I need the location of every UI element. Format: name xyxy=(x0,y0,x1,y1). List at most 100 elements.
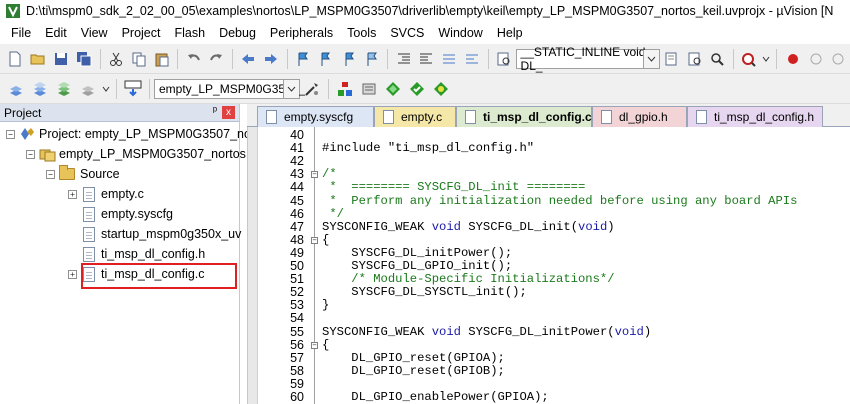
insert-breakpoint-icon[interactable] xyxy=(782,48,803,70)
tree-project-root[interactable]: − Project: empty_LP_MSPM0G3507_no xyxy=(6,124,251,144)
new-file-icon[interactable] xyxy=(5,48,26,70)
save-all-icon[interactable] xyxy=(74,48,95,70)
menu-edit[interactable]: Edit xyxy=(38,22,74,44)
build-icon[interactable] xyxy=(29,78,51,100)
next-bookmark-icon[interactable] xyxy=(338,48,359,70)
save-icon[interactable] xyxy=(51,48,72,70)
chevron-down-icon[interactable] xyxy=(101,78,111,100)
code-line[interactable]: { xyxy=(322,338,329,352)
comment-icon[interactable] xyxy=(439,48,460,70)
menu-project[interactable]: Project xyxy=(115,22,168,44)
breakpoint-margin[interactable] xyxy=(248,127,258,404)
code-line[interactable]: SYSCFG_DL_SYSCTL_init(); xyxy=(322,286,527,299)
redo-icon[interactable] xyxy=(206,48,227,70)
fold-toggle-icon[interactable]: − xyxy=(311,171,318,179)
code-line[interactable]: } xyxy=(322,299,329,312)
tab-dl-gpio-h[interactable]: dl_gpio.h xyxy=(592,106,687,127)
menu-debug[interactable]: Debug xyxy=(212,22,263,44)
target-select[interactable]: empty_LP_MSPM0G3507_ xyxy=(154,78,305,99)
paste-icon[interactable] xyxy=(151,48,172,70)
tab-empty-c[interactable]: empty.c xyxy=(374,106,456,127)
menu-flash[interactable]: Flash xyxy=(167,22,212,44)
code-line[interactable]: SYSCFG_DL_initPower(); xyxy=(322,246,512,260)
select-software-packs-icon[interactable] xyxy=(406,78,428,100)
tree-file-empty-syscfg[interactable]: empty.syscfg xyxy=(81,204,173,224)
code-text: DL_GPIO_enablePower(GPIOA); xyxy=(322,390,549,404)
code-line[interactable]: * Perform any initialization needed befo… xyxy=(322,194,797,208)
code-line[interactable]: { xyxy=(322,233,329,247)
code-line[interactable]: /* xyxy=(322,168,337,181)
tree-target[interactable]: − empty_LP_MSPM0G3507_nortos xyxy=(26,144,246,164)
code-line[interactable]: SYSCONFIG_WEAK void SYSCFG_DL_initPower(… xyxy=(322,325,651,339)
clear-bookmarks-icon[interactable] xyxy=(361,48,382,70)
pack-installer-icon[interactable] xyxy=(382,78,404,100)
debug-session-icon[interactable] xyxy=(739,48,760,70)
expand-icon[interactable]: + xyxy=(68,269,77,279)
navigate-forward-icon[interactable] xyxy=(261,48,282,70)
file-icon xyxy=(83,186,95,202)
code-line[interactable]: */ xyxy=(322,207,344,221)
unindent-icon[interactable] xyxy=(416,48,437,70)
uncomment-icon[interactable] xyxy=(462,48,483,70)
target-options-icon[interactable] xyxy=(301,78,323,100)
fold-toggle-icon[interactable]: − xyxy=(311,341,318,349)
tab-empty-syscfg[interactable]: empty.syscfg xyxy=(257,106,374,127)
find-icon[interactable] xyxy=(661,48,682,70)
menu-help[interactable]: Help xyxy=(490,22,530,44)
menu-window[interactable]: Window xyxy=(431,22,489,44)
bookmark-icon[interactable] xyxy=(293,48,314,70)
code-editor[interactable]: 40 41 #include "ti_msp_dl_config.h" 42 43−/*… xyxy=(247,127,850,404)
incremental-find-icon[interactable] xyxy=(684,48,705,70)
collapse-icon[interactable]: − xyxy=(46,169,55,179)
browse-icon[interactable] xyxy=(707,48,728,70)
batch-build-icon[interactable] xyxy=(77,78,99,100)
menu-svcs[interactable]: SVCS xyxy=(383,22,431,44)
code-line[interactable]: DL_GPIO_reset(GPIOA); xyxy=(322,351,505,365)
manage-run-time-environment-icon[interactable] xyxy=(430,78,452,100)
translate-icon[interactable] xyxy=(5,78,27,100)
menu-view[interactable]: View xyxy=(74,22,115,44)
undo-icon[interactable] xyxy=(183,48,204,70)
menu-file[interactable]: File xyxy=(4,22,38,44)
tree-file-empty-c[interactable]: + empty.c xyxy=(68,184,144,204)
disable-breakpoints-icon[interactable] xyxy=(828,48,849,70)
tree-source-group[interactable]: − Source xyxy=(46,164,120,184)
download-icon[interactable] xyxy=(122,78,144,100)
collapse-icon[interactable]: − xyxy=(6,129,15,139)
chevron-down-icon[interactable] xyxy=(643,49,660,68)
close-icon[interactable]: x xyxy=(222,106,235,119)
chevron-down-icon[interactable] xyxy=(283,79,299,98)
code-line[interactable]: DL_GPIO_reset(GPIOB); xyxy=(322,364,505,378)
fold-toggle-icon[interactable]: − xyxy=(311,236,318,244)
menu-tools[interactable]: Tools xyxy=(340,22,383,44)
expand-icon[interactable]: + xyxy=(68,189,77,199)
find-combo[interactable]: __STATIC_INLINE void DL_ xyxy=(515,45,661,73)
code-line[interactable]: * ======== SYSCFG_DL_init ======== xyxy=(322,181,585,194)
pin-icon[interactable]: ᵖ xyxy=(213,105,217,117)
open-file-icon[interactable] xyxy=(28,48,49,70)
tab-ti-msp-dl-config-c[interactable]: ti_msp_dl_config.c xyxy=(456,106,592,128)
navigate-back-icon[interactable] xyxy=(238,48,259,70)
prev-bookmark-icon[interactable] xyxy=(316,48,337,70)
tab-ti-msp-dl-config-h[interactable]: ti_msp_dl_config.h xyxy=(687,106,823,127)
menu-peripherals[interactable]: Peripherals xyxy=(263,22,340,44)
tree-file-startup[interactable]: startup_mspm0g350x_uv xyxy=(81,224,241,244)
cut-icon[interactable] xyxy=(106,48,127,70)
tree-file-config-h[interactable]: ti_msp_dl_config.h xyxy=(81,244,205,264)
code-line[interactable]: SYSCONFIG_WEAK void SYSCFG_DL_init(void) xyxy=(322,220,615,234)
find-in-files-icon[interactable] xyxy=(494,48,515,70)
rebuild-icon[interactable] xyxy=(53,78,75,100)
code-comment: * ======== SYSCFG_DL_init ======== xyxy=(322,180,586,195)
collapse-icon[interactable]: − xyxy=(26,149,35,159)
copy-icon[interactable] xyxy=(128,48,149,70)
line-number: 57 xyxy=(290,350,304,365)
manage-project-items-icon[interactable] xyxy=(334,78,356,100)
code-line[interactable]: DL_GPIO_enablePower(GPIOA); xyxy=(322,390,549,404)
chevron-down-icon[interactable] xyxy=(762,48,772,70)
indent-icon[interactable] xyxy=(393,48,414,70)
code-line[interactable]: SYSCFG_DL_GPIO_init(); xyxy=(322,260,512,273)
code-line[interactable]: /* Module-Specific Initializations*/ xyxy=(322,273,614,286)
file-extensions-icon[interactable] xyxy=(358,78,380,100)
code-line[interactable]: #include "ti_msp_dl_config.h" xyxy=(322,142,534,155)
enable-breakpoint-icon[interactable] xyxy=(805,48,826,70)
